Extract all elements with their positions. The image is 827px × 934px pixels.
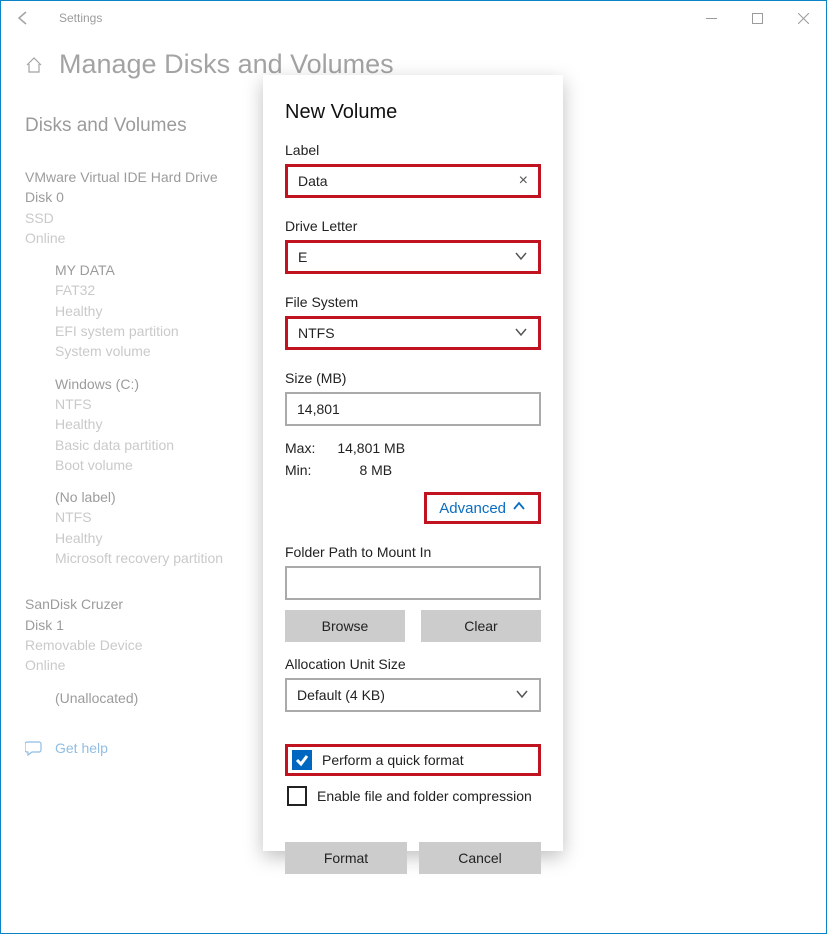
- clear-button[interactable]: Clear: [421, 610, 541, 642]
- min-label: Min:: [285, 462, 311, 478]
- label-field-label: Label: [285, 142, 541, 158]
- get-help-link[interactable]: Get help: [25, 738, 255, 758]
- disk-number: Disk 0: [25, 187, 255, 207]
- label-input[interactable]: ×: [285, 164, 541, 198]
- disk-drive-name: SanDisk Cruzer: [25, 594, 255, 614]
- min-value: 8 MB: [359, 462, 392, 478]
- file-system-value: NTFS: [298, 325, 335, 341]
- drive-letter-label: Drive Letter: [285, 218, 541, 234]
- disk-number: Disk 1: [25, 615, 255, 635]
- file-system-select[interactable]: NTFS: [285, 316, 541, 350]
- compression-row[interactable]: Enable file and folder compression: [285, 780, 541, 812]
- disk-type: Removable Device: [25, 635, 255, 655]
- partition-name: Windows (C:): [55, 374, 255, 394]
- disk-1[interactable]: SanDisk Cruzer Disk 1 Removable Device O…: [25, 594, 255, 707]
- section-title: Disks and Volumes: [25, 115, 187, 137]
- partition-name: MY DATA: [55, 260, 255, 280]
- close-button[interactable]: [780, 2, 826, 34]
- chat-icon: [25, 739, 43, 757]
- get-help-label: Get help: [55, 738, 108, 758]
- advanced-label: Advanced: [439, 500, 506, 517]
- size-input[interactable]: [285, 392, 541, 426]
- max-value: 14,801 MB: [337, 440, 405, 456]
- disks-panel: VMware Virtual IDE Hard Drive Disk 0 SSD…: [25, 167, 255, 758]
- home-icon[interactable]: [25, 56, 43, 74]
- minimize-button[interactable]: [688, 2, 734, 34]
- size-input-text[interactable]: [297, 401, 529, 417]
- titlebar: Settings: [1, 1, 826, 35]
- chevron-down-icon: [515, 687, 529, 704]
- clear-icon[interactable]: ×: [519, 172, 528, 190]
- chevron-down-icon: [514, 249, 528, 266]
- partition-name: (No label): [55, 487, 255, 507]
- maximize-button[interactable]: [734, 2, 780, 34]
- browse-button[interactable]: Browse: [285, 610, 405, 642]
- compression-checkbox[interactable]: [287, 786, 307, 806]
- quick-format-label: Perform a quick format: [322, 752, 464, 768]
- partition[interactable]: Windows (C:) NTFS Healthy Basic data par…: [55, 374, 255, 475]
- folder-path-text[interactable]: [297, 575, 529, 591]
- allocation-unit-value: Default (4 KB): [297, 687, 385, 703]
- format-button[interactable]: Format: [285, 842, 407, 874]
- disk-status: Online: [25, 228, 255, 248]
- dialog-title: New Volume: [285, 101, 541, 124]
- partition[interactable]: (No label) NTFS Healthy Microsoft recove…: [55, 487, 255, 568]
- quick-format-row[interactable]: Perform a quick format: [285, 744, 541, 776]
- window-title: Settings: [59, 11, 102, 25]
- drive-letter-value: E: [298, 249, 307, 265]
- partition[interactable]: (Unallocated): [55, 688, 255, 708]
- size-label: Size (MB): [285, 370, 541, 386]
- chevron-up-icon: [512, 499, 526, 517]
- new-volume-dialog: New Volume Label × Drive Letter E File S…: [263, 75, 563, 851]
- window-controls: [688, 2, 826, 34]
- partition-name: (Unallocated): [55, 688, 255, 708]
- chevron-down-icon: [514, 325, 528, 342]
- max-label: Max:: [285, 440, 315, 456]
- label-input-text[interactable]: [298, 173, 519, 189]
- disk-0[interactable]: VMware Virtual IDE Hard Drive Disk 0 SSD…: [25, 167, 255, 568]
- quick-format-checkbox[interactable]: [292, 750, 312, 770]
- disk-drive-name: VMware Virtual IDE Hard Drive: [25, 167, 255, 187]
- folder-path-input[interactable]: [285, 566, 541, 600]
- allocation-unit-select[interactable]: Default (4 KB): [285, 678, 541, 712]
- folder-path-label: Folder Path to Mount In: [285, 544, 541, 560]
- file-system-label: File System: [285, 294, 541, 310]
- drive-letter-select[interactable]: E: [285, 240, 541, 274]
- back-icon[interactable]: [15, 10, 31, 26]
- disk-status: Online: [25, 655, 255, 675]
- disk-type: SSD: [25, 208, 255, 228]
- advanced-toggle[interactable]: Advanced: [424, 492, 541, 524]
- allocation-unit-label: Allocation Unit Size: [285, 656, 541, 672]
- cancel-button[interactable]: Cancel: [419, 842, 541, 874]
- partition[interactable]: MY DATA FAT32 Healthy EFI system partiti…: [55, 260, 255, 361]
- compression-label: Enable file and folder compression: [317, 788, 532, 804]
